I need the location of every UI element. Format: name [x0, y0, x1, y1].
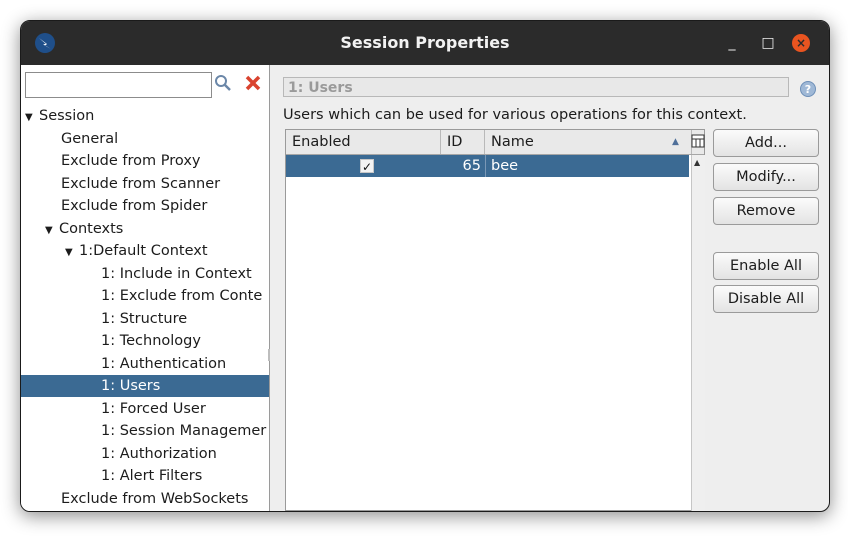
column-header-id[interactable]: ID — [441, 130, 485, 154]
title-bar: Session Properties _ □ × — [21, 21, 829, 65]
sort-ascending-icon: ▲ — [672, 137, 679, 147]
tree-item-label: Exclude from Proxy — [61, 153, 201, 169]
add-button[interactable]: Add... — [713, 129, 819, 157]
window-title: Session Properties — [340, 33, 510, 52]
minimize-button[interactable]: _ — [722, 33, 742, 53]
tree-item[interactable]: ▼ Session — [21, 105, 269, 127]
user-name-cell: bee — [491, 158, 519, 174]
user-id-cell: 65 — [462, 158, 481, 174]
users-panel: 1: Users ? Users which can be used for v… — [273, 65, 829, 511]
tree-item-label: Session — [39, 108, 95, 124]
maximize-button[interactable]: □ — [758, 33, 778, 53]
tree-item-label: 1: Include in Context — [101, 265, 252, 282]
disable-all-button[interactable]: Disable All — [713, 285, 819, 313]
column-chooser-icon[interactable] — [691, 134, 705, 148]
enable-all-button[interactable]: Enable All — [713, 252, 819, 280]
tree-item[interactable]: 1: Authentication — [21, 353, 269, 375]
tree-item-label: 1: Exclude from Conte — [101, 288, 263, 304]
tree-item-label: Exclude from Scanner — [61, 175, 221, 192]
column-header-enabled[interactable]: Enabled — [286, 130, 441, 154]
close-button[interactable]: × — [792, 34, 810, 52]
users-table: Enabled ID Name ▲ ✓ 65 bee ▲ — [285, 129, 705, 511]
expand-triangle-icon[interactable]: ▼ — [45, 220, 59, 240]
tree-item[interactable]: ▼ Contexts — [21, 218, 269, 240]
tree-item-label: 1: Alert Filters — [101, 468, 203, 484]
remove-button[interactable]: Remove — [713, 197, 819, 225]
tree-item[interactable]: Exclude from Proxy — [21, 150, 269, 172]
tree-panel: ▼ Session General Exclude from Proxy Exclude… — [21, 65, 270, 511]
tree-item-label: Contexts — [59, 220, 124, 237]
tree-item[interactable]: ▼ 1:Default Context — [21, 240, 269, 262]
tree-item[interactable]: 1: Technology — [21, 330, 269, 352]
session-properties-dialog: Session Properties _ □ × ▼ Session General… — [20, 20, 830, 512]
tree-item-label: 1: Users — [101, 378, 161, 394]
tree-item-label: 1: Authentication — [101, 355, 227, 372]
scroll-up-arrow-icon[interactable]: ▲ — [694, 158, 700, 167]
tree-item[interactable]: General — [21, 128, 269, 150]
tree-item[interactable]: 1: Session Managemer — [21, 420, 269, 442]
tree-item[interactable]: Exclude from WebSockets — [21, 488, 269, 510]
tree-item[interactable]: 1: Exclude from Conte — [21, 285, 269, 307]
tree-item[interactable]: 1: Forced User — [21, 398, 269, 420]
tree-item-label: 1: Technology — [101, 333, 201, 349]
tree-item[interactable]: Exclude from Spider — [21, 195, 269, 217]
tree-item[interactable]: 1: Include in Context — [21, 263, 269, 285]
tree-item-label: 1: Authorization — [101, 445, 217, 462]
tree-item-label: 1:Default Context — [79, 243, 208, 259]
clear-search-icon[interactable] — [243, 73, 263, 93]
search-input[interactable] — [25, 72, 212, 98]
help-icon[interactable]: ? — [800, 81, 816, 97]
tree-item-label: 1: Forced User — [101, 400, 206, 417]
table-scrollbar[interactable]: ▲ — [691, 155, 705, 511]
tree-item-label: Exclude from WebSockets — [61, 490, 249, 507]
panel-description: Users which can be used for various oper… — [283, 107, 747, 123]
tree-item[interactable]: 1: Authorization — [21, 443, 269, 465]
panel-header: 1: Users — [283, 77, 789, 97]
table-row[interactable]: ✓ 65 bee — [286, 155, 689, 177]
tree-scroll-indicator[interactable] — [268, 349, 270, 361]
expand-triangle-icon[interactable]: ▼ — [65, 242, 79, 262]
expand-triangle-icon[interactable]: ▼ — [25, 107, 39, 127]
table-header: Enabled ID Name ▲ — [286, 130, 705, 155]
tree-item[interactable]: 1: Structure — [21, 308, 269, 330]
tree-item[interactable]: Exclude from Scanner — [21, 173, 269, 195]
tree-item-label: General — [61, 130, 119, 147]
tree-item-label: 1: Structure — [101, 310, 188, 327]
tree-item[interactable]: 1: Users — [21, 375, 269, 397]
cell-divider — [485, 155, 486, 177]
search-icon[interactable] — [213, 73, 233, 93]
tree-item[interactable]: 1: Alert Filters — [21, 465, 269, 487]
modify-button[interactable]: Modify... — [713, 163, 819, 191]
column-header-name[interactable]: Name — [485, 130, 692, 154]
enabled-checkbox[interactable]: ✓ — [360, 159, 374, 174]
tree-item-label: Exclude from Spider — [61, 198, 208, 214]
session-tree: ▼ Session General Exclude from Proxy Exclude… — [21, 105, 269, 511]
tree-item-label: 1: Session Managemer — [101, 423, 267, 439]
